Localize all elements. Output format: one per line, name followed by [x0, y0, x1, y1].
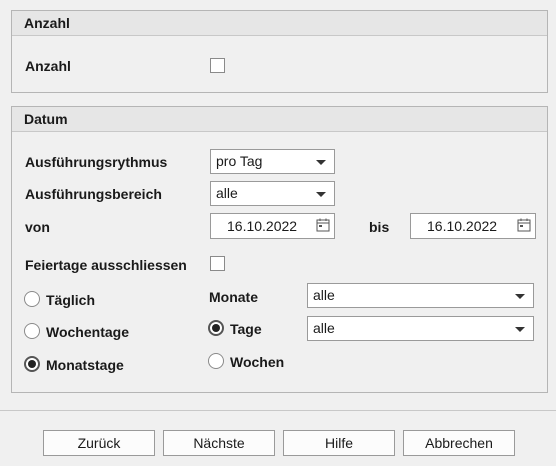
feiertage-checkbox[interactable]	[210, 256, 225, 271]
radio-monatstage[interactable]	[24, 356, 40, 372]
back-button[interactable]: Zurück	[43, 430, 155, 456]
help-button[interactable]: Hilfe	[283, 430, 395, 456]
calendar-icon[interactable]	[517, 218, 531, 232]
radio-monatstage-label: Monatstage	[46, 357, 124, 373]
anzahl-group-title: Anzahl	[12, 11, 547, 36]
chevron-down-icon	[515, 327, 525, 332]
rhythmus-label: Ausführungsrythmus	[25, 154, 168, 170]
von-label: von	[25, 219, 50, 235]
anzahl-group: Anzahl Anzahl	[11, 10, 548, 93]
next-button[interactable]: Nächste	[163, 430, 275, 456]
footer-divider	[0, 410, 556, 411]
bis-date-field[interactable]: 16.10.2022	[410, 213, 536, 239]
radio-wochentage-label: Wochentage	[46, 324, 129, 340]
rhythmus-value: pro Tag	[216, 153, 263, 169]
monate-dropdown[interactable]: alle	[307, 283, 534, 308]
cancel-button[interactable]: Abbrechen	[403, 430, 515, 456]
chevron-down-icon	[316, 160, 326, 165]
chevron-down-icon	[515, 294, 525, 299]
radio-tage-label: Tage	[230, 321, 262, 337]
von-date-value: 16.10.2022	[227, 218, 298, 234]
radio-wochentage[interactable]	[24, 323, 40, 339]
bis-date-value: 16.10.2022	[427, 218, 498, 234]
tage-value: alle	[313, 320, 335, 336]
radio-tage[interactable]	[208, 320, 224, 336]
chevron-down-icon	[316, 192, 326, 197]
datum-group-title: Datum	[12, 107, 547, 132]
radio-taeglich[interactable]	[24, 291, 40, 307]
radio-wochen-label: Wochen	[230, 354, 285, 370]
bereich-dropdown[interactable]: alle	[210, 181, 335, 206]
von-date-field[interactable]: 16.10.2022	[210, 213, 335, 239]
rhythmus-dropdown[interactable]: pro Tag	[210, 149, 335, 174]
anzahl-checkbox[interactable]	[210, 58, 225, 73]
bereich-label: Ausführungsbereich	[25, 186, 162, 202]
calendar-icon[interactable]	[316, 218, 330, 232]
tage-dropdown[interactable]: alle	[307, 316, 534, 341]
datum-group: Datum Ausführungsrythmus pro Tag Ausführ…	[11, 106, 548, 393]
radio-wochen[interactable]	[208, 353, 224, 369]
monate-label: Monate	[209, 289, 258, 305]
anzahl-label: Anzahl	[25, 58, 71, 74]
radio-taeglich-label: Täglich	[46, 292, 96, 308]
monate-value: alle	[313, 287, 335, 303]
bis-label: bis	[369, 219, 390, 235]
feiertage-label: Feiertage ausschliessen	[25, 257, 187, 273]
bereich-value: alle	[216, 185, 238, 201]
